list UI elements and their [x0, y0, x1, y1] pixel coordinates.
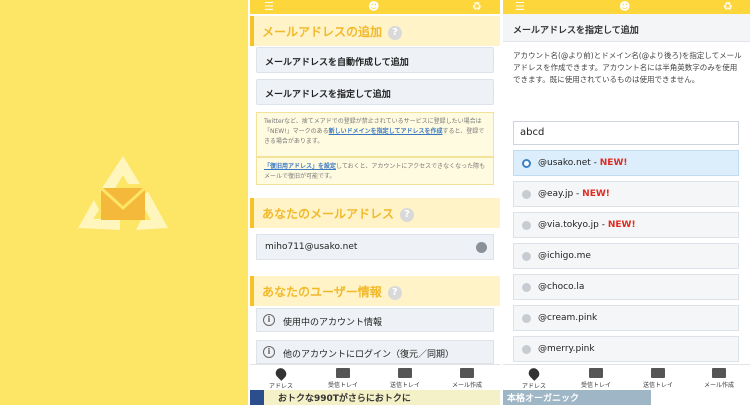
domain-option[interactable]: @ichigo.me — [513, 243, 739, 269]
radio-icon — [522, 345, 531, 354]
tab-inbox[interactable]: 受信トレイ — [312, 365, 374, 391]
domain-separator: - — [573, 189, 583, 199]
ad-banner[interactable]: 本格オーガニック — [503, 390, 750, 405]
address-text: miho711@usako.net — [265, 242, 358, 252]
new-badge: NEW! — [599, 158, 628, 168]
ad-banner[interactable]: おトクな990Tがさらにおトクに — [250, 390, 500, 405]
domain-option[interactable]: @eay.jp - NEW! — [513, 181, 739, 207]
account-name-input[interactable]: abcd — [513, 121, 739, 145]
envelope-icon — [460, 368, 474, 378]
recovery-note: 「復旧用アドレス」を設定しておくと、アカウントにアクセスできなくなった際もメール… — [256, 157, 494, 185]
info-icon: i — [263, 314, 275, 326]
address-item[interactable]: miho711@usako.net — [256, 234, 494, 260]
new-badge: NEW! — [607, 220, 636, 230]
auto-create-address-button[interactable]: メールアドレスを自動作成して追加 — [256, 47, 494, 73]
radio-icon — [522, 314, 531, 323]
help-icon[interactable]: ? — [400, 208, 415, 222]
recycle-icon[interactable]: ♻ — [723, 1, 733, 13]
domain-separator: - — [598, 220, 608, 230]
address-list-screen: ☰ ☻ ♻ メールアドレスの追加? メールアドレスを自動作成して追加 メールアド… — [250, 0, 500, 405]
domain-option[interactable]: @merry.pink — [513, 336, 739, 362]
account-info-button[interactable]: i 使用中のアカウント情報 — [256, 308, 494, 332]
section-your-address: あなたのメールアドレス? — [250, 198, 500, 228]
hamburger-icon[interactable]: ☰ — [264, 1, 274, 13]
envelope-icon — [651, 368, 665, 378]
info-icon: i — [263, 346, 275, 358]
tab-label: メール作成 — [451, 382, 482, 389]
domain-name: @usako.net — [538, 158, 591, 168]
brand-panel — [0, 0, 248, 405]
tab-address[interactable]: アドレス — [250, 365, 312, 391]
new-domain-note: Twitterなど、捨てメアドでの登録が禁止されているサービスに登録したい場合は… — [256, 112, 494, 157]
bottom-tab-bar: アドレス 受信トレイ 送信トレイ メール作成 — [250, 364, 500, 390]
robot-icon: ☻ — [368, 0, 380, 13]
domain-name: @choco.la — [538, 282, 585, 292]
new-domain-link[interactable]: 新しいドメインを指定してアドレスを作成 — [329, 128, 443, 135]
section-title: あなたのメールアドレス — [262, 207, 395, 221]
screen-title: メールアドレスを指定して追加 — [513, 26, 639, 36]
specify-address-screen: ☰ ☻ ♻ メールアドレスを指定して追加 アカウント名(@より前)とドメイン名(… — [503, 0, 750, 405]
envelope-icon — [398, 368, 412, 378]
tab-label: 受信トレイ — [580, 382, 611, 389]
button-label: 他のアカウントにログイン（復元／同期） — [283, 350, 455, 360]
ad-text: おトクな990Tがさらにおトクに — [278, 394, 411, 404]
robot-icon: ☻ — [619, 0, 631, 13]
domain-name: @cream.pink — [538, 313, 598, 323]
tab-address[interactable]: アドレス — [503, 365, 565, 391]
domain-name: @via.tokyo.jp — [538, 220, 599, 230]
domain-option[interactable]: @via.tokyo.jp - NEW! — [513, 212, 739, 238]
recycle-icon[interactable]: ♻ — [472, 1, 482, 13]
radio-icon — [522, 159, 531, 168]
button-label: メールアドレスを指定して追加 — [265, 90, 391, 100]
mail-recycle-logo-icon — [78, 156, 168, 230]
login-other-account-button[interactable]: i 他のアカウントにログイン（復元／同期） — [256, 340, 494, 364]
tab-label: 送信トレイ — [389, 382, 420, 389]
radio-icon — [522, 252, 531, 261]
tab-outbox[interactable]: 送信トレイ — [627, 365, 689, 391]
domain-option[interactable]: @usako.net - NEW! — [513, 150, 739, 176]
radio-icon — [522, 221, 531, 230]
section-title: あなたのユーザー情報 — [262, 285, 382, 299]
envelope-icon — [336, 368, 350, 378]
status-dot-icon — [476, 242, 487, 253]
recovery-address-link[interactable]: 「復旧用アドレス」を設定 — [264, 163, 336, 170]
domain-separator: - — [590, 158, 600, 168]
section-user-info: あなたのユーザー情報? — [250, 276, 500, 306]
domain-name: @merry.pink — [538, 344, 595, 354]
help-icon[interactable]: ? — [387, 286, 402, 300]
help-icon[interactable]: ? — [388, 26, 403, 40]
radio-icon — [522, 190, 531, 199]
tab-outbox[interactable]: 送信トレイ — [374, 365, 436, 391]
section-add-address: メールアドレスの追加? — [250, 16, 500, 46]
tab-label: アドレス — [521, 383, 546, 390]
radio-icon — [522, 283, 531, 292]
new-badge: NEW! — [582, 189, 610, 199]
hamburger-icon[interactable]: ☰ — [515, 1, 525, 13]
section-title: メールアドレスの追加 — [262, 25, 383, 39]
domain-option[interactable]: @cream.pink — [513, 305, 739, 331]
tab-label: 受信トレイ — [327, 382, 358, 389]
envelope-icon — [589, 368, 603, 378]
tab-compose[interactable]: メール作成 — [688, 365, 750, 391]
tab-inbox[interactable]: 受信トレイ — [565, 365, 627, 391]
top-bar: ☰ ☻ ♻ — [250, 0, 500, 14]
button-label: メールアドレスを自動作成して追加 — [265, 58, 409, 68]
tab-label: アドレス — [268, 383, 293, 390]
ad-text: 本格オーガニック — [507, 394, 580, 404]
domain-name: @eay.jp — [538, 189, 574, 199]
top-bar: ☰ ☻ ♻ — [503, 0, 750, 14]
button-label: 使用中のアカウント情報 — [283, 318, 383, 328]
bottom-tab-bar: アドレス 受信トレイ 送信トレイ メール作成 — [503, 364, 750, 390]
envelope-icon — [712, 368, 726, 378]
domain-option[interactable]: @choco.la — [513, 274, 739, 300]
screen-header: メールアドレスを指定して追加 — [503, 14, 750, 42]
location-pin-icon — [273, 366, 289, 381]
domain-name: @ichigo.me — [538, 251, 591, 261]
description-text: アカウント名(@より前)とドメイン名(@より後ろ)を指定してメールアドレスを作成… — [513, 51, 742, 84]
tab-label: 送信トレイ — [642, 382, 673, 389]
location-pin-icon — [526, 366, 542, 381]
tab-compose[interactable]: メール作成 — [436, 365, 498, 391]
specify-address-button[interactable]: メールアドレスを指定して追加 — [256, 79, 494, 105]
tab-label: メール作成 — [703, 382, 734, 389]
